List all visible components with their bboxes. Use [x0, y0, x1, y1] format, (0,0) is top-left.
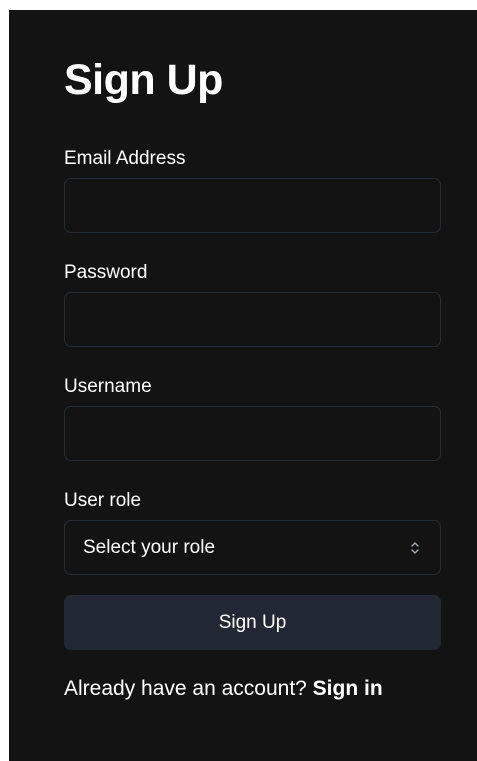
- sign-in-prompt-text: Already have an account?: [64, 677, 313, 700]
- password-label: Password: [64, 262, 148, 283]
- page-title: Sign Up: [64, 56, 223, 104]
- sign-in-prompt: Already have an account? Sign in: [64, 676, 441, 702]
- sign-in-link[interactable]: Sign in: [313, 677, 383, 700]
- username-label: Username: [64, 376, 152, 397]
- user-role-label: User role: [64, 490, 142, 511]
- username-field[interactable]: [64, 406, 441, 461]
- signup-panel: Sign Up Email Address Password Username …: [9, 10, 477, 761]
- password-field[interactable]: [64, 292, 441, 347]
- email-field[interactable]: [64, 178, 441, 233]
- user-role-selected-value: Select your role: [83, 536, 216, 558]
- user-role-select[interactable]: Select your role: [64, 520, 441, 575]
- sign-up-button[interactable]: Sign Up: [64, 595, 441, 650]
- email-label: Email Address: [64, 148, 186, 169]
- chevron-up-down-icon: [408, 538, 422, 558]
